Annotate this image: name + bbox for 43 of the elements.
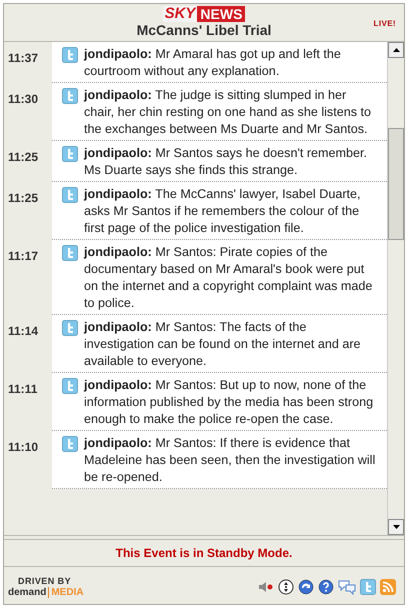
entry-message: jondipaolo: Mr Amaral has got up and left the courtroom without any explanation.	[84, 46, 342, 80]
entry-time: 11:17	[8, 249, 38, 263]
entry-message: jondipaolo: The McCanns' lawyer, Isabel Duarte, asks Mr Santos if he remembers the colour of the first page of the police investigation file.	[84, 186, 362, 237]
entry-time: 11:25	[8, 150, 38, 164]
bird-icon	[62, 47, 78, 63]
bird-icon	[62, 378, 78, 394]
down-arrow-icon	[392, 525, 400, 529]
scroll-thumb[interactable]	[388, 128, 404, 240]
demand-text: demand	[8, 586, 50, 598]
bird-icon	[62, 245, 78, 261]
entry-time: 11:11	[8, 382, 38, 396]
driven-by-text: DRIVEN BY	[17, 576, 72, 586]
scroll-down-button[interactable]	[388, 519, 404, 535]
live-label: LIVE!	[374, 18, 396, 30]
logo-news-text: NEWS	[197, 6, 246, 22]
scroll-up-button[interactable]	[388, 42, 404, 58]
standby-message: This Event is in Standby Mode.	[116, 545, 292, 562]
bird-icon	[62, 146, 78, 162]
event-title: McCanns' Libel Trial	[136, 22, 272, 39]
entry-message: jondipaolo: The judge is sitting slumped in her chair, her chin resting on one hand as she listens to the exchanges between Ms Duarte and Mr Santos.	[84, 87, 372, 138]
entry-message: jondipaolo: Mr Santos: The facts of the investigation can be found on the internet and are available to everyone.	[84, 319, 362, 370]
help-icon[interactable]	[318, 578, 334, 594]
entry-time: 11:14	[8, 324, 38, 338]
refresh-icon[interactable]	[298, 578, 314, 594]
scroll-toggle-icon[interactable]	[278, 578, 294, 594]
entry-message: jondipaolo: Mr Santos says he doesn't remember. Ms Duarte says she finds this strange.	[84, 145, 368, 179]
entry-message: jondipaolo: Mr Santos: Pirate copies of the documentary based on Mr Amaral's book were put on the internet and a copyright complaint was made to police.	[84, 244, 374, 312]
entry-message: jondipaolo: Mr Santos: If there is evidence that Madeleine has been seen, then the investigation will be re-opened.	[84, 435, 376, 486]
speaker-icon[interactable]	[258, 580, 274, 592]
entry-time: 11:10	[8, 440, 38, 454]
twitter-icon	[360, 578, 376, 594]
entry-time: 11:25	[8, 191, 38, 205]
bird-icon	[62, 88, 78, 104]
logo-sky-text: SKY	[164, 6, 198, 22]
entry-time: 11:37	[8, 51, 38, 65]
bird-icon	[62, 320, 78, 336]
bird-icon	[62, 187, 78, 203]
entry-message: jondipaolo: Mr Santos: But up to now, none of the information published by the media has been strong enough to make the police re-open the case.	[84, 377, 374, 428]
up-arrow-icon	[392, 48, 400, 52]
scrollbar[interactable]	[387, 42, 404, 535]
entry-time: 11:30	[8, 92, 38, 106]
media-text: MEDIA	[50, 586, 84, 598]
bird-icon	[62, 436, 78, 452]
